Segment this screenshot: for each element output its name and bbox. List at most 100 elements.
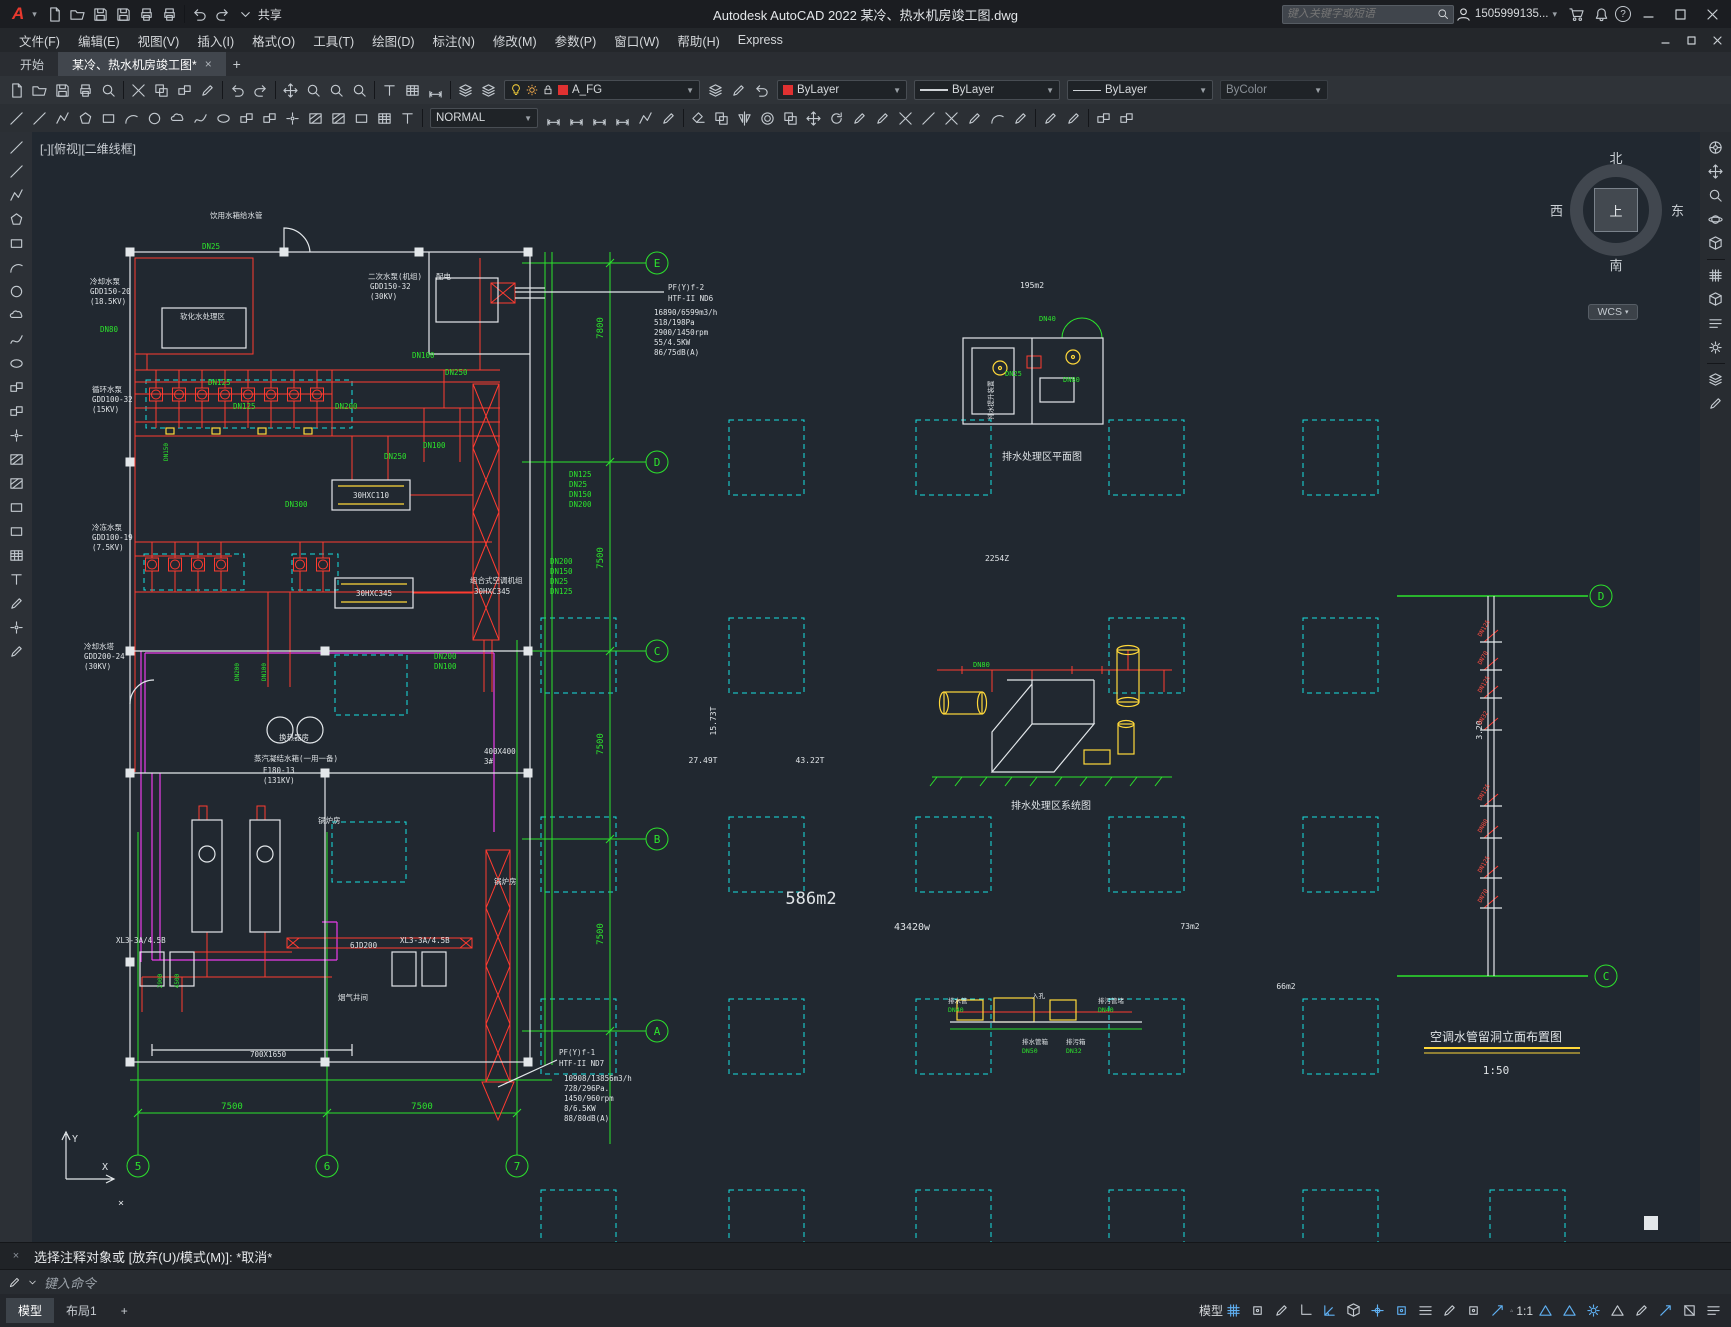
compass-west-label[interactable]: 西 — [1550, 201, 1563, 220]
dyn-button[interactable] — [1486, 1299, 1509, 1322]
xline-button[interactable] — [28, 107, 51, 130]
dimlin-button[interactable] — [542, 107, 565, 130]
help-button[interactable]: ? — [1615, 6, 1631, 22]
tol-button[interactable] — [657, 107, 680, 130]
array-button[interactable] — [779, 107, 802, 130]
menu-item-8[interactable]: 修改(M) — [484, 28, 546, 52]
point-button[interactable] — [5, 424, 28, 447]
table-button[interactable] — [401, 79, 424, 102]
new-button[interactable] — [5, 79, 28, 102]
cut-button[interactable] — [127, 79, 150, 102]
menu-item-6[interactable]: 绘图(D) — [363, 28, 423, 52]
insert-button[interactable] — [5, 376, 28, 399]
pline-button[interactable] — [5, 184, 28, 207]
matchlayer-button[interactable] — [727, 79, 750, 102]
osnap2d-button[interactable] — [1390, 1299, 1413, 1322]
rect-button[interactable] — [97, 107, 120, 130]
arc-button[interactable] — [5, 256, 28, 279]
rect-button[interactable] — [5, 232, 28, 255]
zoomwin-button[interactable] — [325, 79, 348, 102]
text-button[interactable] — [5, 568, 28, 591]
erase-button[interactable] — [687, 107, 710, 130]
table-button[interactable] — [373, 107, 396, 130]
props-button[interactable] — [1039, 107, 1062, 130]
zoomext-button[interactable] — [348, 79, 371, 102]
layer-combo-caret-icon[interactable]: ▼ — [680, 86, 694, 95]
layerstate-button[interactable] — [477, 79, 500, 102]
save-button[interactable] — [51, 79, 74, 102]
compass-north-label[interactable]: 北 — [1609, 148, 1622, 167]
snap-button[interactable] — [1246, 1299, 1269, 1322]
textstyle-combo-caret-icon[interactable]: ▼ — [518, 114, 532, 123]
explode-button[interactable] — [1009, 107, 1032, 130]
layer-combo[interactable]: A_FG ▼ — [504, 80, 700, 100]
fillet-button[interactable] — [986, 107, 1009, 130]
adjust-button[interactable] — [5, 592, 28, 615]
notifications-button[interactable] — [1590, 3, 1613, 26]
view-compass[interactable]: 上 北 南 西 东 — [1550, 148, 1684, 273]
text-button[interactable] — [396, 107, 419, 130]
dimrad-button[interactable] — [588, 107, 611, 130]
annmon-button[interactable] — [1606, 1299, 1629, 1322]
tab-start[interactable]: 开始 — [6, 52, 58, 76]
linetype-combo[interactable]: ByLayer ▼ — [914, 80, 1060, 100]
motion-button[interactable] — [1704, 232, 1727, 255]
ungroup-button[interactable] — [1115, 107, 1138, 130]
menu-item-12[interactable]: Express — [729, 28, 792, 52]
hatch-button[interactable] — [304, 107, 327, 130]
customize-button[interactable] — [1702, 1299, 1725, 1322]
region-button[interactable] — [350, 107, 373, 130]
match-button[interactable] — [1062, 107, 1085, 130]
save-button[interactable] — [89, 3, 112, 26]
track-button[interactable] — [1366, 1299, 1389, 1322]
model-button[interactable]: 模型 — [1198, 1299, 1223, 1322]
doc-minimize-button[interactable] — [1653, 30, 1677, 50]
match-button[interactable] — [196, 79, 219, 102]
layerprev-button[interactable] — [750, 79, 773, 102]
ellipse-button[interactable] — [5, 352, 28, 375]
undo-button[interactable] — [188, 3, 211, 26]
gear-button[interactable] — [1704, 336, 1727, 359]
person-icon[interactable] — [1456, 7, 1471, 22]
doc-close-button[interactable] — [1705, 30, 1729, 50]
account-caret-icon[interactable]: ▾ — [1552, 9, 1557, 20]
region-button[interactable] — [5, 496, 28, 519]
pline-button[interactable] — [51, 107, 74, 130]
props2-button[interactable] — [1704, 392, 1727, 415]
model-tab[interactable]: 模型 — [6, 1298, 55, 1323]
trim-button[interactable] — [894, 107, 917, 130]
text-button[interactable] — [378, 79, 401, 102]
stretch-button[interactable] — [871, 107, 894, 130]
trans-button[interactable] — [1438, 1299, 1461, 1322]
share-button[interactable]: 共享 — [257, 3, 282, 26]
search-icon[interactable] — [1437, 8, 1449, 20]
dim-button[interactable] — [424, 79, 447, 102]
search-input[interactable] — [1286, 8, 1437, 20]
zoom-button[interactable] — [302, 79, 325, 102]
xline-button[interactable] — [5, 160, 28, 183]
compass-south-label[interactable]: 南 — [1609, 255, 1622, 274]
gradient-button[interactable] — [5, 472, 28, 495]
block-button[interactable] — [5, 400, 28, 423]
layout1-tab[interactable]: 布局1 — [54, 1298, 109, 1323]
caret-button[interactable] — [234, 3, 257, 26]
rotate-button[interactable] — [825, 107, 848, 130]
scalelist-button[interactable]: 1:1 — [1510, 1299, 1533, 1322]
paste-button[interactable] — [173, 79, 196, 102]
viewcube-top-face[interactable]: 上 — [1594, 188, 1638, 232]
autocad-logo-icon[interactable]: A — [4, 4, 32, 24]
orbit-button[interactable] — [1704, 208, 1727, 231]
color-combo[interactable]: ByLayer ▼ — [777, 80, 907, 100]
wheel-button[interactable] — [1704, 136, 1727, 159]
circle-button[interactable] — [5, 280, 28, 303]
menu-item-0[interactable]: 文件(F) — [10, 28, 69, 52]
image-button[interactable] — [5, 520, 28, 543]
circle-button[interactable] — [143, 107, 166, 130]
redo-button[interactable] — [211, 3, 234, 26]
viewport-controls-label[interactable]: [-][俯视][二维线框] — [40, 140, 136, 157]
wcs-selector[interactable]: WCS ▾ — [1588, 304, 1638, 320]
infer-button[interactable] — [1270, 1299, 1293, 1322]
polar-button[interactable] — [1318, 1299, 1341, 1322]
menu-item-2[interactable]: 视图(V) — [129, 28, 189, 52]
command-tool-icon[interactable] — [8, 1276, 21, 1289]
